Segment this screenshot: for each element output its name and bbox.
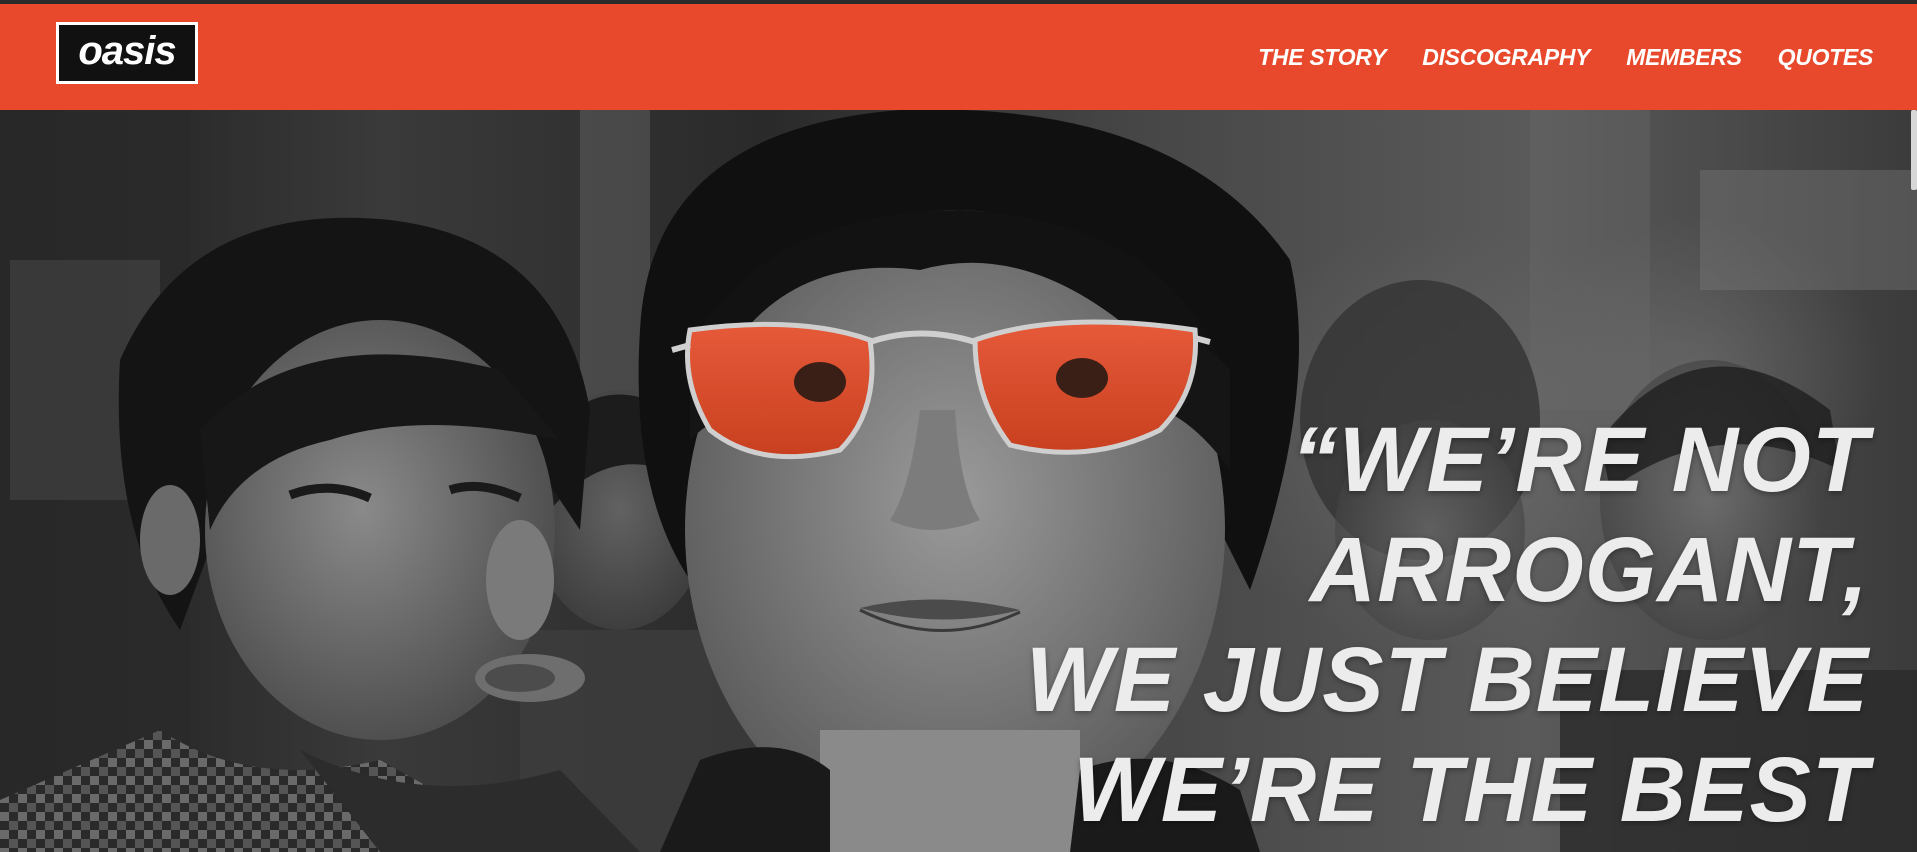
page-scrollbar[interactable] — [1911, 110, 1917, 190]
quote-line: “WE’RE NOT — [1291, 409, 1869, 511]
main-nav: THE STORY DISCOGRAPHY MEMBERS QUOTES — [1258, 4, 1873, 110]
navbar: oasis THE STORY DISCOGRAPHY MEMBERS QUOT… — [0, 4, 1917, 110]
hero-section: “WE’RE NOT ARROGANT, WE JUST BELIEVE WE’… — [0, 110, 1917, 852]
nav-link-members[interactable]: MEMBERS — [1626, 44, 1742, 71]
hero-quote: “WE’RE NOT ARROGANT, WE JUST BELIEVE WE’… — [769, 405, 1869, 845]
quote-line: ARROGANT, — [1309, 519, 1869, 621]
nav-link-quotes[interactable]: QUOTES — [1778, 44, 1874, 71]
nav-link-discography[interactable]: DISCOGRAPHY — [1422, 44, 1590, 71]
nav-link-the-story[interactable]: THE STORY — [1258, 44, 1386, 71]
quote-line: WE JUST BELIEVE — [1025, 629, 1869, 731]
oasis-logo[interactable]: oasis — [56, 22, 198, 84]
quote-line: WE’RE THE BEST — [1072, 739, 1869, 841]
